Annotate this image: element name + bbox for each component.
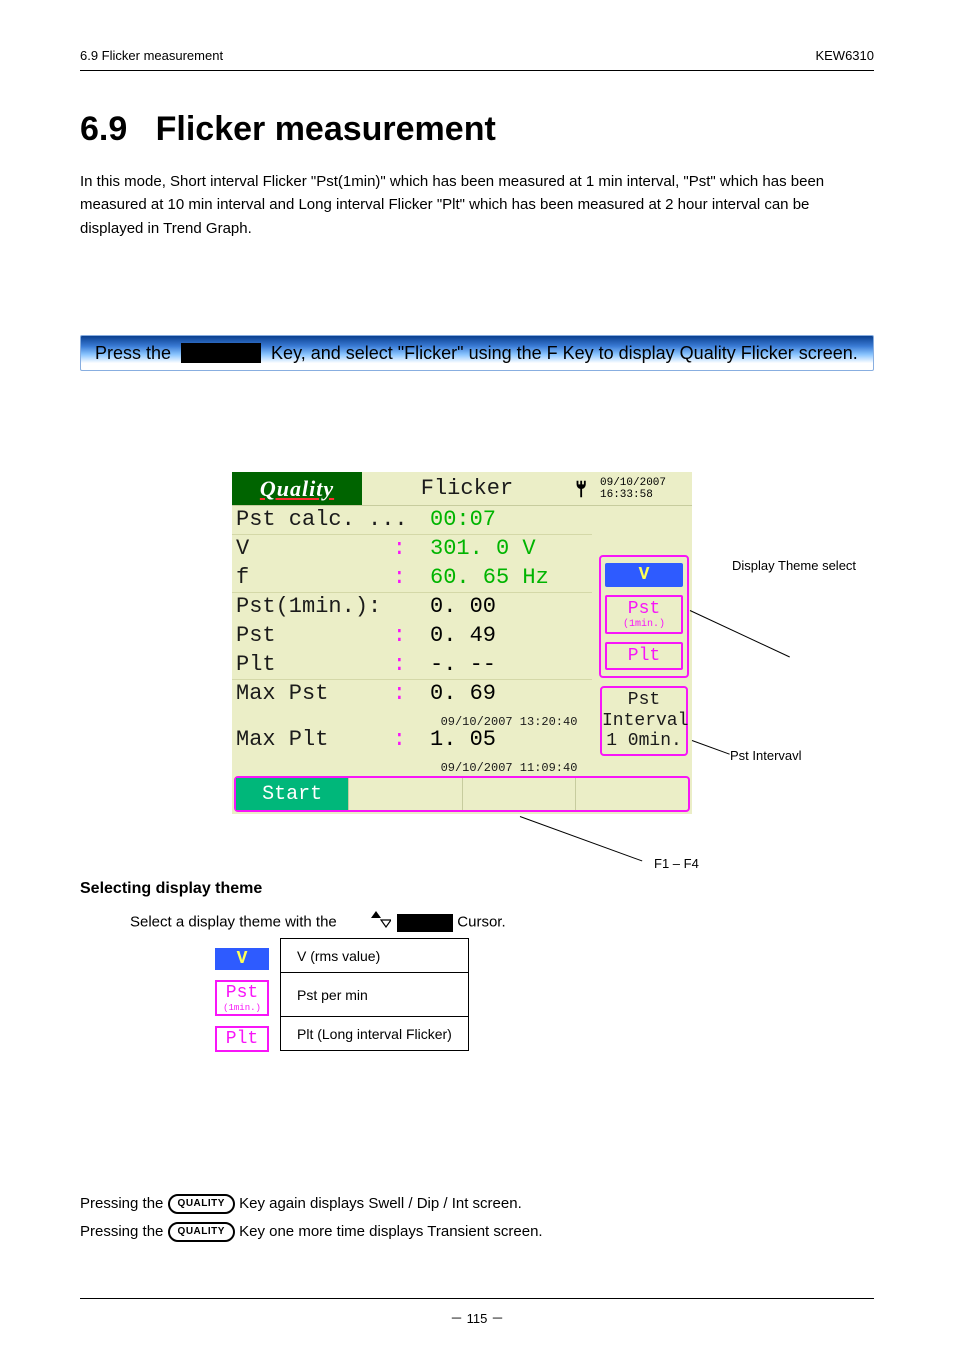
val-pst1: 0. 00 [416,593,588,621]
quality-key-icon [181,343,261,363]
lbl-f: f [236,565,249,590]
f3[interactable] [463,778,576,810]
theme-v[interactable]: V [605,563,683,587]
row-maxplt: Max Plt: 1. 05 09/10/2007 11:09:40 [232,726,592,772]
row-pst: Pst: 0. 49 [232,622,592,651]
title-time: 16:33:58 [600,489,653,501]
subhead: Selecting display theme [80,880,262,898]
footnote-2: Pressing the QUALITY Key one more time d… [80,1220,874,1243]
banner-post: Key, and select "Flicker" using the F Ke… [271,343,858,364]
val-f: 60. 65 Hz [416,564,588,592]
row-f: f: 60. 65 Hz [232,564,592,593]
interval-mid: Interval [602,711,688,731]
lbl-maxpst: Max Pst [236,681,328,706]
theme-select-col: V Pst (1min.) Plt Pst Interval 1 0min. [594,555,694,756]
device-titlebar: Quality Flicker 09/10/2007 16:33:58 [232,472,692,506]
intro-para: In this mode, Short interval Flicker "Ps… [80,170,874,240]
footer-rule [80,1298,874,1299]
callout-fkey: F1 – F4 [654,856,699,871]
footnote-1: Pressing the QUALITY Key again displays … [80,1192,874,1215]
section-title-text: Flicker measurement [156,110,496,148]
interval-top: Pst [628,690,660,710]
brand-label: Quality [260,476,334,502]
sub-lead: Select a display theme with the Cursor. [100,910,740,935]
row-pstcalc: Pst calc. ... 00:07 [232,506,592,535]
theme-table: V (rms value) Pst per min Plt (Long inte… [280,938,469,1051]
theme-plt[interactable]: Plt [605,642,683,670]
tbl-r2: Pst per min [281,973,469,1017]
f4[interactable] [576,778,688,810]
title-brand-area: Quality [232,472,362,505]
val-v: 301. 0 V [416,535,588,563]
updown-icon [341,910,391,935]
sub-lead-post: Cursor. [457,914,505,931]
row-pst1: Pst(1min.): 0. 00 [232,593,592,622]
banner-pre: Press the [95,343,171,364]
theme-pst1-top: Pst [628,599,660,619]
mini-theme-stack: V Pst (1min.) Plt [215,948,269,1052]
theme-pst1-sub: (1min.) [607,619,681,630]
pst-interval-btn[interactable]: Pst Interval 1 0min. [600,686,688,756]
f2[interactable] [349,778,462,810]
theme-pst1[interactable]: Pst (1min.) [605,595,683,634]
callout-line-theme [690,610,790,657]
row-v: V: 301. 0 V [232,535,592,564]
callout-interval: Pst Intervavl [730,748,802,763]
page-number: － 115 － [0,1308,954,1327]
instruction-banner: Press the Key, and select "Flicker" usin… [80,335,874,371]
header-left: 6.9 Flicker measurement [80,48,223,63]
lbl-v: V [236,536,249,561]
val-maxpst: 0. 69 [430,681,496,706]
callout-line-fkey [520,816,643,861]
title-date: 09/10/2007 [600,477,666,489]
lbl-maxplt: Max Plt [236,727,328,752]
quality-pill-1: QUALITY [168,1194,235,1214]
title-datetime: 09/10/2007 16:33:58 [572,477,692,501]
tbl-r3: Plt (Long interval Flicker) [281,1017,469,1051]
lbl-pst: Pst [236,623,276,648]
lbl-plt: Plt [236,652,276,677]
val-pstcalc: 00:07 [416,506,588,534]
theme-select-box: V Pst (1min.) Plt [599,555,689,678]
cursor-key-icon [397,914,453,932]
lbl-pstcalc: Pst calc. ... [236,506,416,534]
val-plt: -. -- [416,651,588,679]
mini-plt: Plt [215,1026,269,1052]
section-title: 6.9 Flicker measurement [80,110,496,149]
plug-icon [572,478,594,500]
mini-v: V [215,948,269,970]
val-maxplt: 1. 05 [430,727,496,752]
row-maxpst: Max Pst: 0. 69 09/10/2007 13:20:40 [232,680,592,726]
interval-bot: 1 0min. [606,731,682,751]
lbl-pst1: Pst(1min.): [236,593,416,621]
callout-line-interval [692,740,730,755]
callout-theme: Display Theme select [732,558,856,573]
f1-start[interactable]: Start [236,778,349,810]
val-pst: 0. 49 [416,622,588,650]
section-number: 6.9 [80,110,127,148]
row-plt: Plt: -. -- [232,651,592,680]
quality-pill-2: QUALITY [168,1222,235,1242]
tbl-r1: V (rms value) [281,939,469,973]
mode-label: Flicker [362,476,572,501]
mini-pst1: Pst (1min.) [215,980,269,1016]
header-right: KEW6310 [815,48,874,63]
sub-lead-pre: Select a display theme with the [130,914,341,931]
fkey-row: Start [234,776,690,812]
